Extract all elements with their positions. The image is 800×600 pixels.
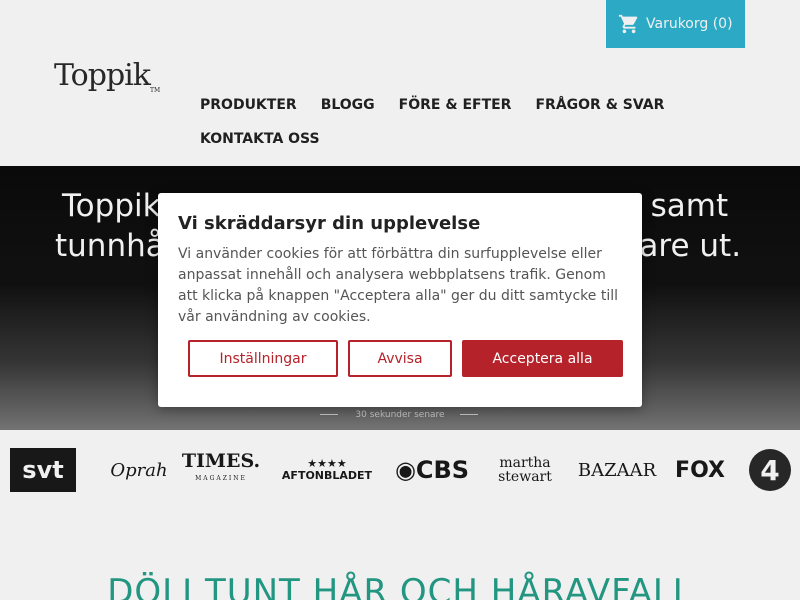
dialog-body: Vi använder cookies för att förbättra di… <box>178 246 618 325</box>
reject-button[interactable]: Avvisa <box>348 340 452 377</box>
dialog-buttons: Inställningar Avvisa Acceptera alla <box>188 340 623 377</box>
settings-button[interactable]: Inställningar <box>188 340 338 377</box>
cookie-consent-dialog: Vi skräddarsyr din upplevelse Vi använde… <box>158 193 642 407</box>
accept-all-button[interactable]: Acceptera alla <box>462 340 623 377</box>
dialog-title: Vi skräddarsyr din upplevelse <box>178 213 481 234</box>
